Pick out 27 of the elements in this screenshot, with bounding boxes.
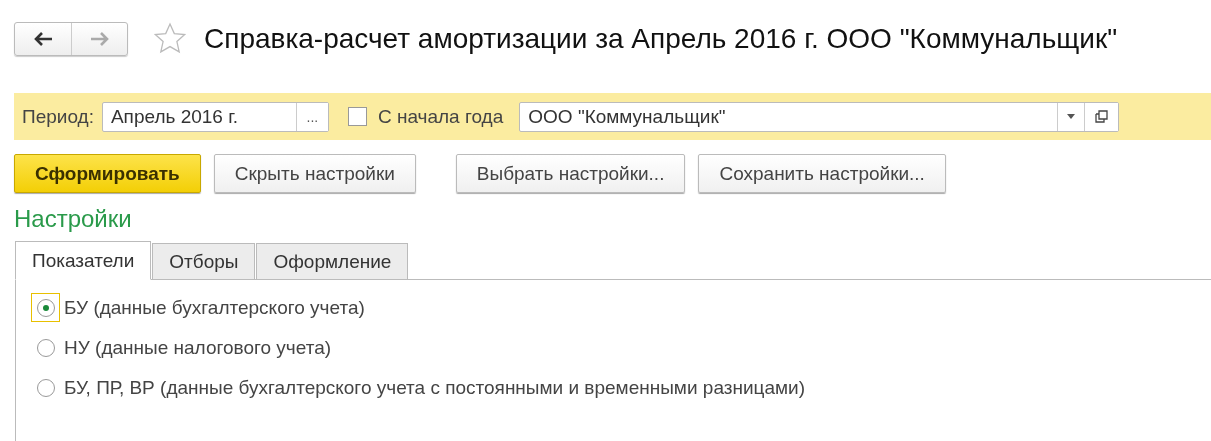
radio-button[interactable] [36, 378, 55, 397]
section-title: Настройки [14, 205, 133, 233]
year-start-label: С начала года [377, 105, 504, 128]
generate-button[interactable]: Сформировать [14, 154, 201, 193]
tab[interactable]: Отборы [152, 243, 256, 279]
period-label: Период: [22, 105, 94, 128]
forward-arrow-icon [89, 32, 110, 46]
caret-icon [1067, 114, 1076, 119]
option-label: БУ, ПР, ВР (данные бухгалтерского учета с постоянными и временными разницами) [64, 376, 805, 399]
star-icon[interactable] [153, 22, 187, 56]
settings-button[interactable]: Скрыть настройки [213, 154, 416, 193]
settings-button[interactable]: Выбрать настройки... [455, 154, 686, 193]
back-arrow-icon [33, 32, 53, 46]
open-button[interactable] [1084, 102, 1119, 131]
window-title: Справка-расчет амортизации за Апрель 2016 г. ООО "Коммунальщик" [204, 23, 1118, 55]
option-label: БУ (данные бухгалтерского учета) [64, 296, 365, 319]
settings-button[interactable]: Сохранить настройки... [698, 154, 946, 193]
tab[interactable]: Оформление [256, 243, 409, 279]
tab[interactable]: Показатели [15, 241, 152, 280]
option-label: НУ (данные налогового учета) [64, 336, 332, 359]
radio-button[interactable] [36, 298, 55, 317]
period-field[interactable]: Апрель 2016 г. ... [101, 101, 329, 132]
year-start-checkbox[interactable] [347, 107, 367, 126]
radio-button[interactable] [36, 338, 55, 357]
open-window-icon [1095, 110, 1109, 123]
select-period-button[interactable]: ... [295, 102, 328, 131]
organization-field[interactable]: ООО "Коммунальщик" [519, 101, 1120, 132]
